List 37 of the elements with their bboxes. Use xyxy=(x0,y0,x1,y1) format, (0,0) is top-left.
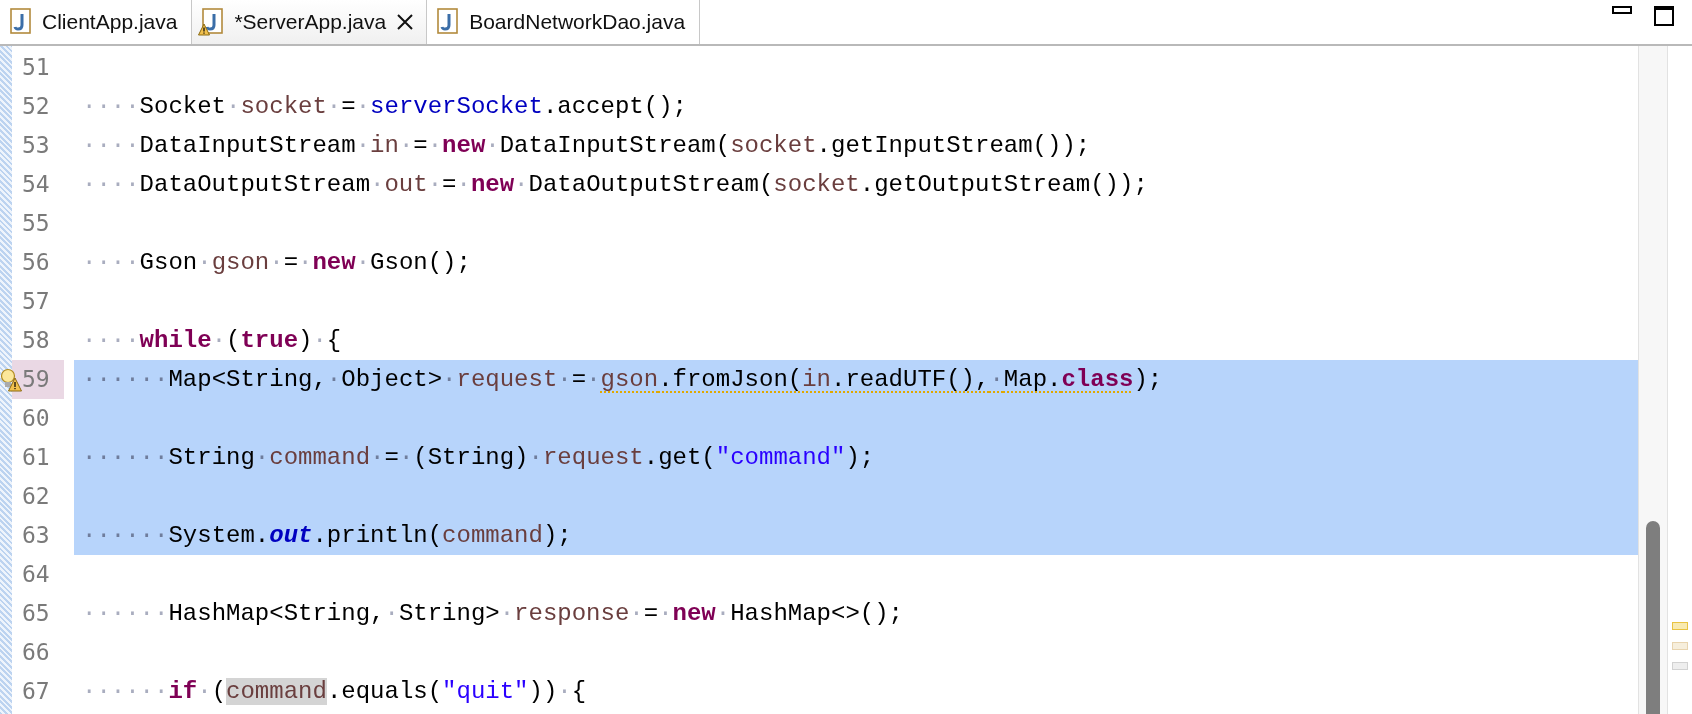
minimize-icon[interactable] xyxy=(1612,6,1632,14)
close-icon[interactable] xyxy=(396,13,415,31)
code-line: ····DataInputStream·in·=·new·DataInputStream(socket.getInputStream()); xyxy=(81,132,1091,159)
java-file-warning-icon xyxy=(198,7,225,37)
line-number: 62 xyxy=(21,482,51,511)
code-line: ······System.out.println(command); xyxy=(81,522,572,549)
code-line: ······HashMap<String,·String>·response·=·new·HashMap<>(); xyxy=(81,600,903,627)
line-number: 67 xyxy=(21,677,51,706)
code-line: ····Gson·gson·=·new·Gson(); xyxy=(81,249,471,276)
line-number: 55 xyxy=(21,209,51,238)
line-number: 51 xyxy=(21,53,51,82)
line-number: 60 xyxy=(21,404,51,433)
code-line: ······Map<String,·Object>·request·=·gson.fromJson(in.readUTF(),·Map.class); xyxy=(81,366,1163,393)
line-number: 64 xyxy=(21,560,51,589)
code-line: ····DataOutputStream·out·=·new·DataOutputStream(socket.getOutputStream()); xyxy=(81,171,1148,198)
overview-marker[interactable] xyxy=(1672,622,1688,630)
code-line: ······String·command·=·(String)·request.get("command"); xyxy=(81,444,875,471)
editor-tab[interactable]: *ServerApp.java xyxy=(192,0,428,44)
scrollbar-thumb[interactable] xyxy=(1646,521,1660,714)
maximize-icon[interactable] xyxy=(1654,6,1674,26)
line-number: 63 xyxy=(21,521,51,550)
line-number: 54 xyxy=(21,170,51,199)
line-number: 58 xyxy=(21,326,51,355)
overview-marker[interactable] xyxy=(1672,662,1688,670)
line-number: 57 xyxy=(21,287,51,316)
line-number: 66 xyxy=(21,638,51,667)
code-line: ····while·(true)·{ xyxy=(81,327,342,354)
line-number: 61 xyxy=(21,443,51,472)
line-number: 65 xyxy=(21,599,51,628)
lightbulb-warning-icon[interactable] xyxy=(0,368,22,392)
scrollbar-track[interactable] xyxy=(1638,46,1668,714)
line-number: 52 xyxy=(21,92,51,121)
code-line: ······if·(command.equals("quit"))·{ xyxy=(81,678,587,705)
line-number: 56 xyxy=(21,248,51,277)
overview-marker[interactable] xyxy=(1672,642,1688,650)
line-number: 53 xyxy=(21,131,51,160)
code-line: ····Socket·socket·=·serverSocket.accept(); xyxy=(81,93,687,120)
